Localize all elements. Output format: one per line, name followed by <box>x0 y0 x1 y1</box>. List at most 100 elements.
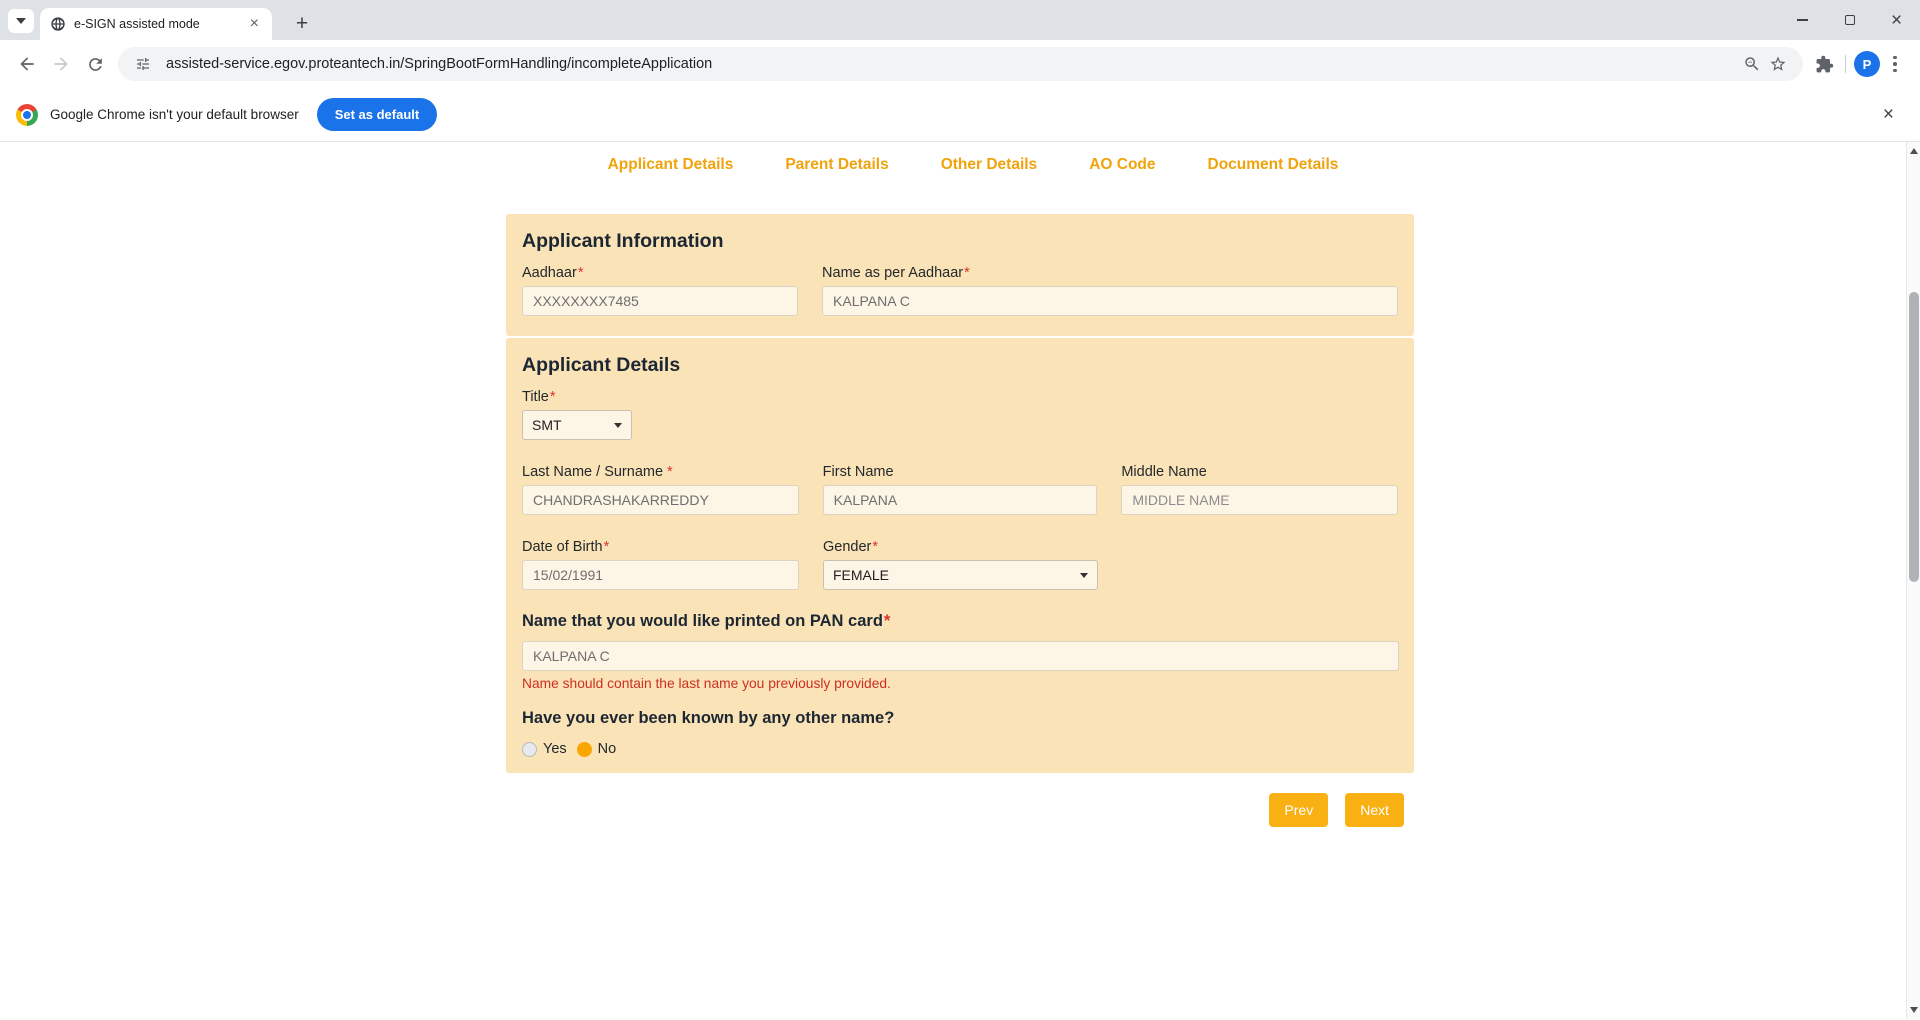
bookmark-star-icon[interactable] <box>1765 51 1791 77</box>
browser-window: e-SIGN assisted mode × + × assisted-serv… <box>0 0 1920 1020</box>
gender-select[interactable]: FEMALE <box>823 560 1098 590</box>
profile-avatar[interactable]: P <box>1854 51 1880 77</box>
dob-input[interactable] <box>522 560 799 590</box>
maximize-icon <box>1845 15 1855 25</box>
aadhaar-field: Aadhaar* <box>522 265 798 316</box>
radio-yes[interactable]: Yes <box>522 741 567 757</box>
gender-selected-value: FEMALE <box>833 567 889 583</box>
form-nav-tabs: Applicant Details Parent Details Other D… <box>532 156 1414 174</box>
dot <box>1893 62 1897 66</box>
dot <box>1893 69 1897 73</box>
close-window-button[interactable]: × <box>1873 0 1920 40</box>
minimize-button[interactable] <box>1779 0 1826 40</box>
default-browser-infobar: Google Chrome isn't your default browser… <box>0 88 1920 142</box>
radio-no-label: No <box>598 741 617 757</box>
prev-button[interactable]: Prev <box>1269 793 1328 827</box>
applicant-details-section: Applicant Details Title* SMT Last Name /… <box>506 338 1414 773</box>
next-button[interactable]: Next <box>1345 793 1404 827</box>
aadhaar-input[interactable] <box>522 286 798 316</box>
minimize-icon <box>1797 19 1808 21</box>
chrome-logo-icon <box>16 104 38 126</box>
pan-name-heading: Name that you would like printed on PAN … <box>522 612 1398 631</box>
last-name-label: Last Name / Surname* <box>522 464 799 480</box>
title-selected-value: SMT <box>532 417 562 433</box>
tab-search-button[interactable] <box>8 9 34 33</box>
address-bar[interactable]: assisted-service.egov.proteantech.in/Spr… <box>118 47 1803 81</box>
label-text: Name as per Aadhaar <box>822 265 963 281</box>
required-mark: * <box>578 265 584 281</box>
form-actions: Prev Next <box>506 793 1414 827</box>
applicant-information-section: Applicant Information Aadhaar* Name as p… <box>506 214 1414 336</box>
pan-name-error: Name should contain the last name you pr… <box>522 676 1398 691</box>
required-mark: * <box>667 464 673 480</box>
title-label: Title* <box>522 389 632 405</box>
label-text: Last Name / Surname <box>522 464 663 480</box>
first-name-label: First Name <box>823 464 1098 480</box>
name-as-per-aadhaar-input[interactable] <box>822 286 1398 316</box>
infobar-message: Google Chrome isn't your default browser <box>50 107 299 122</box>
infobar-close-icon[interactable]: × <box>1873 100 1904 130</box>
first-name-field: First Name <box>823 464 1098 515</box>
maximize-button[interactable] <box>1826 0 1873 40</box>
required-mark: * <box>872 539 878 555</box>
dot <box>1893 56 1897 60</box>
required-mark: * <box>604 539 610 555</box>
browser-toolbar: assisted-service.egov.proteantech.in/Spr… <box>0 40 1920 88</box>
tab-applicant-details[interactable]: Applicant Details <box>608 156 734 174</box>
name-as-per-aadhaar-label: Name as per Aadhaar* <box>822 265 1398 281</box>
extensions-icon[interactable] <box>1811 51 1837 77</box>
first-name-input[interactable] <box>823 485 1098 515</box>
required-mark: * <box>884 612 890 630</box>
set-as-default-button[interactable]: Set as default <box>317 98 438 131</box>
triangle-down-icon <box>1910 1007 1918 1013</box>
tab-ao-code[interactable]: AO Code <box>1089 156 1155 174</box>
radio-no[interactable]: No <box>577 741 617 757</box>
titlebar: e-SIGN assisted mode × + × <box>0 0 1920 40</box>
tab-title: e-SIGN assisted mode <box>74 17 247 31</box>
scrollbar-thumb[interactable] <box>1909 292 1919 582</box>
tab-document-details[interactable]: Document Details <box>1208 156 1339 174</box>
middle-name-field: Middle Name <box>1121 464 1398 515</box>
title-select[interactable]: SMT <box>522 410 632 440</box>
radio-yes-label: Yes <box>543 741 567 757</box>
forward-button[interactable] <box>44 47 78 81</box>
reload-button[interactable] <box>78 47 112 81</box>
label-text: Gender <box>823 539 871 555</box>
other-name-question: Have you ever been known by any other na… <box>522 709 1398 728</box>
aadhaar-label: Aadhaar* <box>522 265 798 281</box>
back-button[interactable] <box>10 47 44 81</box>
tab-other-details[interactable]: Other Details <box>941 156 1037 174</box>
radio-no-icon[interactable] <box>577 742 592 757</box>
pan-name-input[interactable] <box>522 641 1399 671</box>
last-name-field: Last Name / Surname* <box>522 464 799 515</box>
label-text: Aadhaar <box>522 265 577 281</box>
tab-parent-details[interactable]: Parent Details <box>785 156 888 174</box>
tab-close-icon[interactable]: × <box>247 16 262 32</box>
title-field: Title* SMT <box>522 389 632 440</box>
last-name-input[interactable] <box>522 485 799 515</box>
label-text: Title <box>522 389 549 405</box>
page-content: Applicant Details Parent Details Other D… <box>0 142 1920 1019</box>
url-text[interactable]: assisted-service.egov.proteantech.in/Spr… <box>166 56 1739 72</box>
chevron-down-icon <box>16 18 26 24</box>
window-controls: × <box>1779 0 1920 40</box>
middle-name-input[interactable] <box>1121 485 1398 515</box>
page-scrollbar[interactable] <box>1906 142 1920 1019</box>
zoom-icon[interactable] <box>1739 51 1765 77</box>
label-text: Date of Birth <box>522 539 603 555</box>
menu-icon[interactable] <box>1880 49 1910 79</box>
triangle-up-icon <box>1910 148 1918 154</box>
scroll-up-arrow[interactable] <box>1907 144 1920 158</box>
label-text: Name that you would like printed on PAN … <box>522 612 883 630</box>
scroll-down-arrow[interactable] <box>1907 1003 1920 1017</box>
section-title-applicant-details: Applicant Details <box>522 354 1398 377</box>
new-tab-button[interactable]: + <box>288 10 316 38</box>
middle-name-label: Middle Name <box>1121 464 1398 480</box>
site-info-icon[interactable] <box>130 51 156 77</box>
browser-tab[interactable]: e-SIGN assisted mode × <box>40 8 272 40</box>
dob-label: Date of Birth* <box>522 539 799 555</box>
required-mark: * <box>550 389 556 405</box>
toolbar-divider <box>1845 55 1846 73</box>
radio-yes-icon[interactable] <box>522 742 537 757</box>
gender-label: Gender* <box>823 539 1098 555</box>
